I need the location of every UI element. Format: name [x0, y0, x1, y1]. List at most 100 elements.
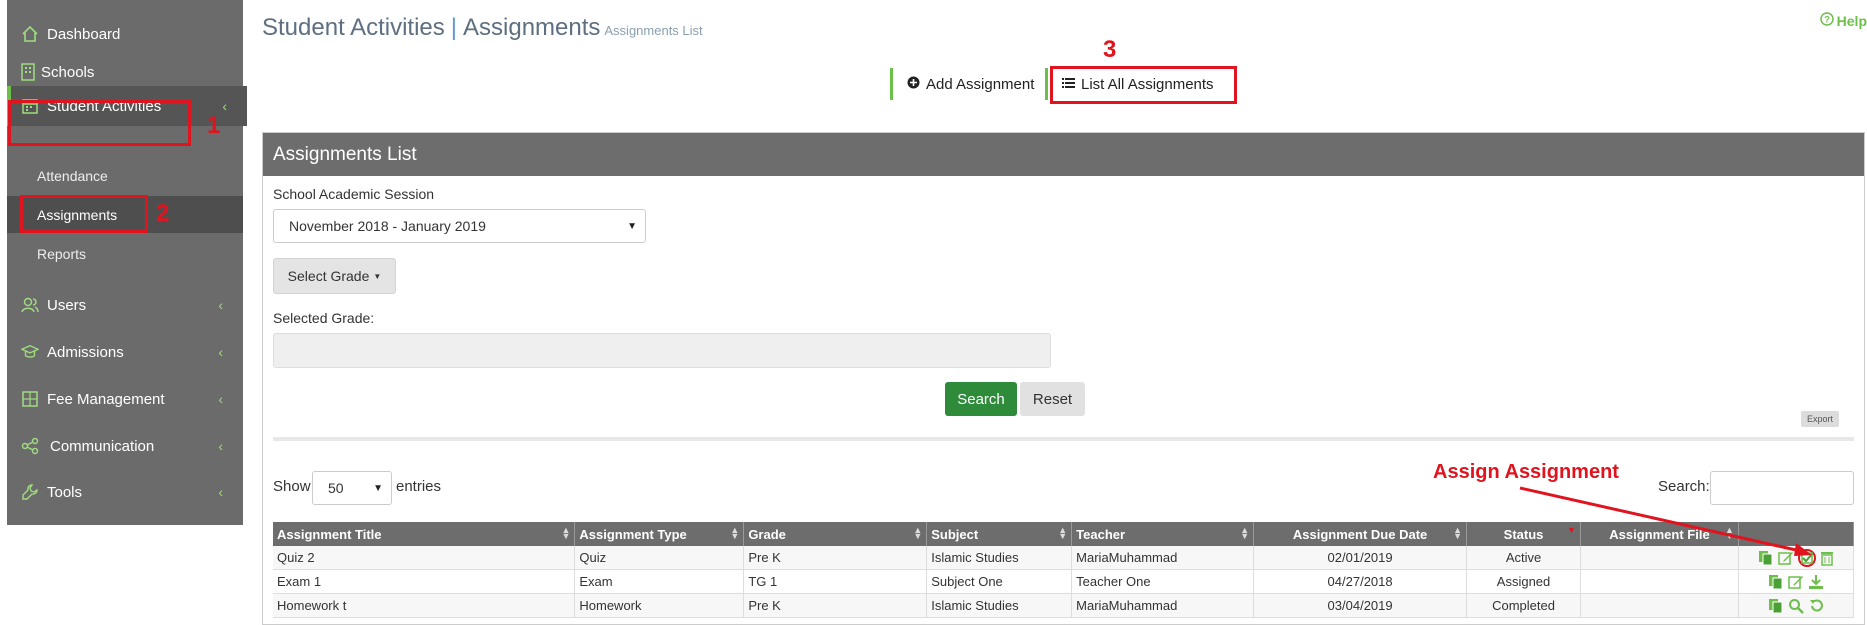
sidebar-subitem-label: Attendance — [37, 167, 108, 184]
help-link[interactable]: ? Help — [1819, 12, 1867, 29]
table-row: Exam 1 Exam TG 1 Subject One Teacher One… — [273, 569, 1855, 594]
sidebar-item-label: Communication — [50, 437, 155, 455]
chevron-left-icon: ‹ — [222, 98, 227, 114]
column-header-due-date[interactable]: Assignment Due Date ▲ ▼ — [1253, 522, 1468, 546]
assign-assignment-annotation: Assign Assignment — [1433, 461, 1619, 483]
sort-icon: ▲ ▼ — [561, 525, 571, 541]
assignments-table: Assignment Title ▲ ▼ Assignment Type ▲ ▼ Gra… — [273, 522, 1855, 618]
entries-select[interactable]: 50 ▼ — [312, 471, 392, 505]
edit-icon[interactable] — [1788, 574, 1804, 590]
chevron-left-icon: ‹ — [218, 297, 223, 313]
annotation-number-2: 2 — [156, 200, 170, 227]
sort-desc-icon: ▼ — [1567, 525, 1577, 535]
sidebar-subitem-attendance[interactable]: Attendance — [7, 157, 243, 194]
calculator-icon — [21, 390, 39, 408]
sidebar-item-users[interactable]: Users ‹ — [7, 285, 243, 325]
cell-title: Exam 1 — [273, 569, 576, 594]
add-assignment-label: Add Assignment — [926, 75, 1035, 93]
add-assignment-button[interactable]: Add Assignment — [890, 68, 1049, 100]
column-header-actions — [1738, 522, 1855, 546]
copy-icon[interactable] — [1758, 550, 1774, 566]
annotation-number-3: 3 — [1103, 36, 1117, 63]
search-label: Search: — [1658, 478, 1710, 495]
sort-icon: ▲ ▼ — [1240, 525, 1250, 541]
download-icon[interactable] — [1808, 574, 1824, 590]
sort-icon: ▲ ▼ — [1725, 525, 1734, 541]
cell-subject: Islamic Studies — [926, 546, 1073, 570]
cell-type: Homework — [574, 593, 745, 618]
sidebar-item-fee-management[interactable]: Fee Management ‹ — [7, 379, 243, 419]
cell-grade: Pre K — [743, 593, 928, 618]
undo-icon[interactable] — [1808, 598, 1824, 614]
column-header-type[interactable]: Assignment Type ▲ ▼ — [574, 522, 745, 546]
session-select[interactable]: November 2018 - January 2019 ▼ — [273, 209, 646, 243]
column-header-file[interactable]: Assignment File ▲ ▼ — [1580, 522, 1739, 546]
assign-check-icon[interactable] — [1797, 548, 1816, 567]
column-header-grade[interactable]: Grade ▲ ▼ — [743, 522, 928, 546]
sidebar-subitem-reports[interactable]: Reports — [7, 235, 243, 272]
cell-title: Quiz 2 — [273, 546, 576, 570]
sidebar-item-tools[interactable]: Tools ‹ — [7, 472, 243, 512]
cell-actions — [1738, 546, 1855, 570]
column-header-label: Assignment Type — [579, 526, 687, 542]
sort-icon: ▲ ▼ — [913, 525, 923, 541]
sidebar-item-admissions[interactable]: Admissions ‹ — [7, 332, 243, 372]
sidebar-item-label: Dashboard — [47, 25, 121, 43]
reset-button[interactable]: Reset — [1020, 382, 1085, 416]
show-label: Show — [273, 478, 311, 495]
cell-due-date: 04/27/2018 — [1253, 569, 1468, 594]
cell-file — [1580, 546, 1739, 570]
column-header-label: Subject — [931, 526, 979, 542]
copy-icon[interactable] — [1768, 574, 1784, 590]
wrench-icon — [21, 483, 39, 501]
table-row: Quiz 2 Quiz Pre K Islamic Studies MariaM… — [273, 546, 1855, 570]
column-header-title[interactable]: Assignment Title ▲ ▼ — [273, 522, 576, 546]
sidebar-subitem-label: Reports — [37, 245, 87, 262]
sidebar-item-dashboard[interactable]: Dashboard — [7, 14, 243, 54]
column-header-teacher[interactable]: Teacher ▲ ▼ — [1071, 522, 1255, 546]
page-subtitle-small: Assignments List — [604, 23, 703, 38]
selected-grade-field[interactable] — [273, 333, 1051, 368]
users-icon — [21, 296, 39, 314]
sidebar-item-communication[interactable]: Communication ‹ — [7, 426, 243, 466]
cell-subject: Islamic Studies — [926, 593, 1073, 618]
cell-type: Quiz — [574, 546, 745, 570]
cell-status: Active — [1466, 546, 1582, 570]
table-search-input[interactable] — [1710, 471, 1854, 505]
session-select-value: November 2018 - January 2019 — [289, 218, 486, 234]
copy-icon[interactable] — [1768, 598, 1784, 614]
page-title: Student Activities | Assignments Assignment… — [262, 14, 703, 42]
chevron-left-icon: ‹ — [218, 438, 223, 454]
edit-icon[interactable] — [1778, 550, 1794, 566]
trash-icon[interactable] — [1820, 550, 1834, 566]
column-header-status[interactable]: Status ▼ — [1466, 522, 1582, 546]
search-button[interactable]: Search — [945, 382, 1017, 416]
share-icon — [21, 437, 39, 455]
column-header-label: Assignment File — [1609, 526, 1710, 542]
cell-grade: Pre K — [743, 546, 928, 570]
cell-due-date: 03/04/2019 — [1253, 593, 1468, 618]
annotation-number-1: 1 — [207, 112, 221, 139]
export-button[interactable]: Export — [1801, 411, 1839, 427]
table-header-row: Assignment Title ▲ ▼ Assignment Type ▲ ▼ Gra… — [273, 522, 1855, 546]
annotation-box-assignments — [20, 195, 148, 233]
column-header-subject[interactable]: Subject ▲ ▼ — [926, 522, 1073, 546]
caret-down-icon: ▼ — [373, 482, 383, 494]
cell-teacher: MariaMuhammad — [1071, 593, 1255, 618]
sidebar-item-label: Admissions — [47, 343, 124, 361]
plus-circle-icon — [907, 76, 920, 93]
cell-type: Exam — [574, 569, 745, 594]
cell-teacher: Teacher One — [1071, 569, 1255, 594]
cell-status: Completed — [1466, 593, 1582, 618]
caret-down-icon: ▼ — [627, 220, 637, 232]
svg-text:?: ? — [1824, 15, 1830, 25]
graduation-cap-icon — [21, 343, 39, 361]
entries-label: entries — [396, 478, 442, 495]
sort-icon: ▲ ▼ — [1453, 525, 1463, 541]
select-grade-button[interactable]: Select Grade ▼ — [273, 258, 396, 294]
sidebar-item-label: Users — [47, 296, 87, 314]
help-label: Help — [1836, 12, 1867, 29]
cell-teacher: MariaMuhammad — [1071, 546, 1255, 570]
view-search-icon[interactable] — [1788, 598, 1804, 614]
panel-title: Assignments List — [273, 143, 417, 165]
